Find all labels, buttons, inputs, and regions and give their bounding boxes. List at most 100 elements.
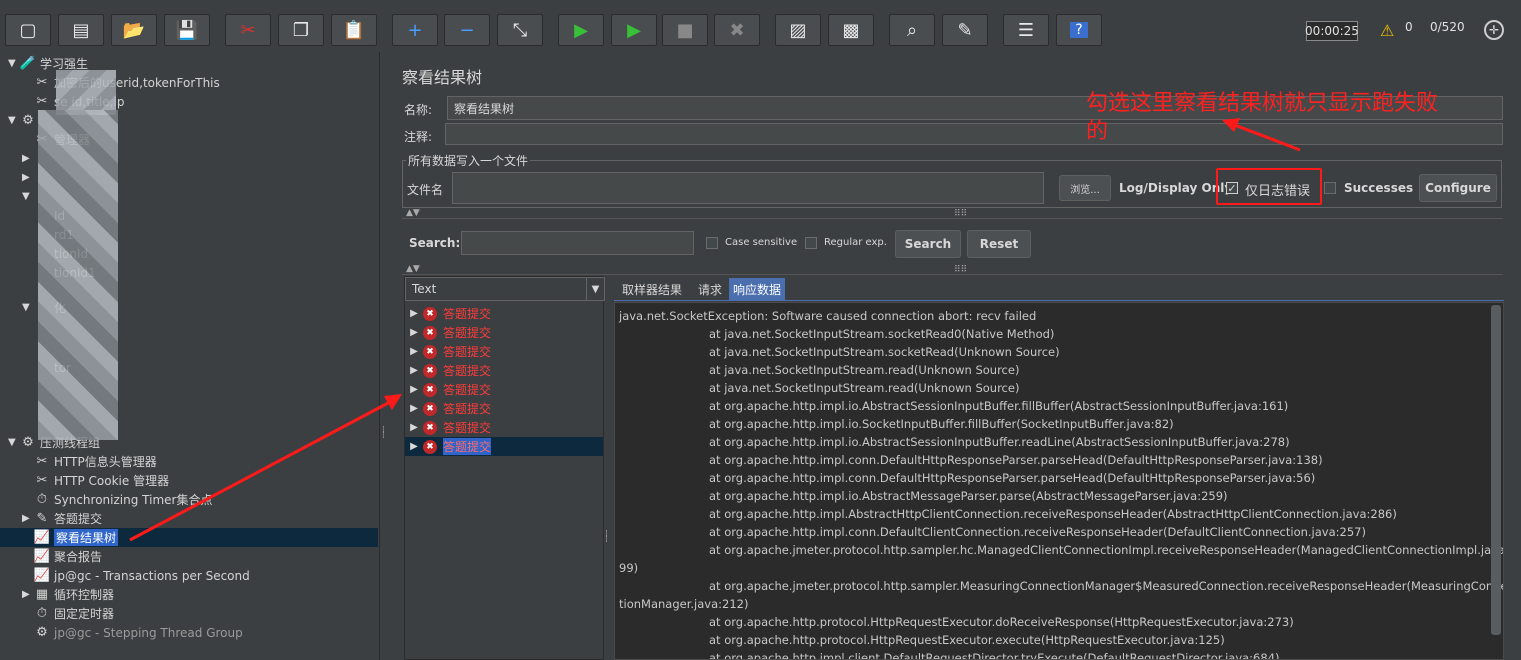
tree-item[interactable]: ▶ ▦ 循环控制器 (22, 585, 114, 604)
renderer-select[interactable]: Text ▼ (405, 277, 605, 301)
search-button[interactable]: Search (895, 230, 961, 258)
tree-splitter[interactable]: ⁞ ⁞ (380, 52, 390, 660)
divider (402, 274, 1503, 275)
result-item[interactable]: ▶ ✖ 答题提交 (405, 418, 603, 437)
expanded-toggle-icon[interactable]: ▼ (8, 437, 20, 448)
clear-button[interactable]: ▨ (775, 14, 821, 46)
collapsed-toggle-icon[interactable]: ▶ (405, 365, 423, 376)
collapsed-toggle-icon[interactable]: ▶ (22, 172, 34, 183)
tree-item[interactable]: ▶ ✎ 答题提交 (22, 509, 102, 528)
search-button[interactable]: ⌕ (889, 14, 935, 46)
tree-item[interactable]: ✂ 加密后的userid,tokenForThis (22, 73, 220, 92)
collapsed-toggle-icon[interactable]: ▶ (22, 589, 34, 600)
start-no-pause-button[interactable]: ▶ (611, 14, 657, 46)
stacktrace-line: at java.net.SocketInputStream.read(Unkno… (709, 363, 1020, 377)
stacktrace-line: at org.apache.http.impl.AbstractHttpClie… (709, 507, 1397, 521)
result-item[interactable]: ▶ ✖ 答题提交 (405, 361, 603, 380)
expand-button[interactable]: + (392, 14, 438, 46)
warning-icon[interactable]: ⚠ (1380, 21, 1402, 41)
regexp-checkbox[interactable] (805, 237, 817, 249)
result-item[interactable]: ▶ ✖ 答题提交 (405, 399, 603, 418)
function-helper-button[interactable]: ☰ (1003, 14, 1049, 46)
collapsed-toggle-icon[interactable]: ▶ (405, 346, 423, 357)
result-list: Text ▼ ▶ ✖ 答题提交 ▶ ✖ 答题提交 ▶ ✖ 答题提交 ▶ ✖ 答题提交 ▶ ✖ 答题提交 ▶ ✖ 答… (404, 276, 605, 660)
stacktrace-line: at org.apache.jmeter.protocol.http.sampl… (709, 543, 1504, 557)
chevron-down-icon[interactable]: ▼ (586, 278, 604, 300)
tree-node-icon: 📈 (33, 549, 51, 564)
tree-item[interactable]: 📈 jp@gc - Transactions per Second (22, 566, 250, 585)
reset-search-icon: ✎ (957, 19, 973, 41)
collapsed-toggle-icon[interactable]: ▶ (405, 327, 423, 338)
function-helper-icon: ☰ (1017, 19, 1035, 41)
configure-button[interactable]: Configure (1419, 174, 1497, 202)
expanded-toggle-icon[interactable]: ▼ (22, 191, 34, 202)
expanded-toggle-icon[interactable]: ▼ (22, 302, 34, 313)
shutdown-button[interactable]: ✖ (714, 14, 760, 46)
collapsed-toggle-icon[interactable]: ▶ (22, 513, 34, 524)
start-icon: ▶ (574, 19, 588, 41)
result-item[interactable]: ▶ ✖ 答题提交 (405, 437, 603, 456)
response-text-area[interactable]: java.net.SocketException: Software cause… (614, 302, 1504, 660)
tree-item[interactable]: 📈 聚合报告 (22, 547, 102, 566)
tree-node-icon: ✂ (36, 94, 48, 109)
clear-all-button[interactable]: ▩ (828, 14, 874, 46)
case-sensitive-checkbox[interactable] (706, 237, 718, 249)
successes-checkbox[interactable] (1324, 182, 1336, 194)
result-item[interactable]: ▶ ✖ 答题提交 (405, 304, 603, 323)
tree-item[interactable]: ▼ ⚙ (8, 111, 40, 130)
tree-item[interactable]: 📈 察看结果树 (0, 528, 378, 547)
result-item[interactable]: ▶ ✖ 答题提交 (405, 342, 603, 361)
tab-request[interactable]: 请求 (694, 278, 726, 300)
divider (402, 218, 1503, 219)
search-input[interactable] (461, 231, 694, 255)
result-item[interactable]: ▶ ✖ 答题提交 (405, 380, 603, 399)
expanded-toggle-icon[interactable]: ▼ (8, 115, 20, 126)
open-button[interactable]: 📂 (111, 14, 157, 46)
list-splitter[interactable]: ⁞ ⁞ (604, 276, 614, 660)
reset-search-button[interactable]: ✎ (942, 14, 988, 46)
collapsed-toggle-icon[interactable]: ▶ (405, 403, 423, 414)
filename-input[interactable] (452, 172, 1044, 204)
stop-button[interactable]: ■ (662, 14, 708, 46)
tree-node-icon: ▦ (35, 587, 49, 602)
collapsed-toggle-icon[interactable]: ▶ (405, 384, 423, 395)
result-item-label: 答题提交 (443, 307, 492, 321)
collapse-arrows-icon[interactable]: ▲▼ (406, 264, 420, 274)
expanded-toggle-icon[interactable]: ▼ (8, 58, 20, 69)
tree-item[interactable]: ✂ HTTP信息头管理器 (22, 452, 157, 471)
tree-node-icon: ⚙ (36, 625, 48, 640)
new-button[interactable]: ▢ (5, 14, 51, 46)
reset-button[interactable]: Reset (967, 230, 1031, 258)
tab-response-data[interactable]: 响应数据 (729, 278, 786, 300)
collapse-button[interactable]: − (444, 14, 490, 46)
save-button[interactable]: 💾 (164, 14, 210, 46)
annotation-text: 勾选这里察看结果树就只显示跑失败的 (1086, 91, 1439, 144)
annotation-highlight-box (1216, 168, 1322, 205)
result-item[interactable]: ▶ ✖ 答题提交 (405, 323, 603, 342)
splitter-grip: ⁞ ⁞ (605, 529, 608, 545)
help-button[interactable]: ? (1056, 14, 1102, 46)
response-scrollbar[interactable] (1491, 305, 1501, 635)
paste-button[interactable]: 📋 (331, 14, 377, 46)
stacktrace-line: at org.apache.http.impl.io.AbstractSessi… (709, 435, 1290, 449)
cut-button[interactable]: ✂ (225, 14, 271, 46)
tree-item[interactable]: ✂ HTTP Cookie 管理器 (22, 471, 170, 490)
start-button[interactable]: ▶ (558, 14, 604, 46)
tree-item-label: 察看结果树 (54, 529, 119, 546)
templates-button[interactable]: ▤ (58, 14, 104, 46)
collapsed-toggle-icon[interactable]: ▶ (405, 308, 423, 319)
collapse-arrows-icon[interactable]: ▲▼ (406, 208, 420, 218)
collapsed-toggle-icon[interactable]: ▶ (405, 422, 423, 433)
error-shield-icon: ✖ (423, 382, 437, 397)
response-lines: java.net.SocketException: Software cause… (619, 307, 1504, 659)
browse-button[interactable]: 浏览... (1059, 175, 1111, 201)
tab-sampler-result[interactable]: 取样器结果 (618, 278, 686, 300)
tree-item[interactable]: ⏱ Synchronizing Timer集合点 (22, 490, 213, 509)
tree-item[interactable]: ⚙ jp@gc - Stepping Thread Group (22, 623, 243, 642)
toggle-button[interactable]: ⤡ (497, 14, 543, 46)
copy-button[interactable]: ❐ (278, 14, 324, 46)
collapsed-toggle-icon[interactable]: ▶ (405, 441, 423, 452)
tree-item[interactable]: ⏱ 固定定时器 (22, 604, 114, 623)
collapsed-toggle-icon[interactable]: ▶ (22, 153, 34, 164)
clear-all-icon: ▩ (842, 19, 860, 41)
